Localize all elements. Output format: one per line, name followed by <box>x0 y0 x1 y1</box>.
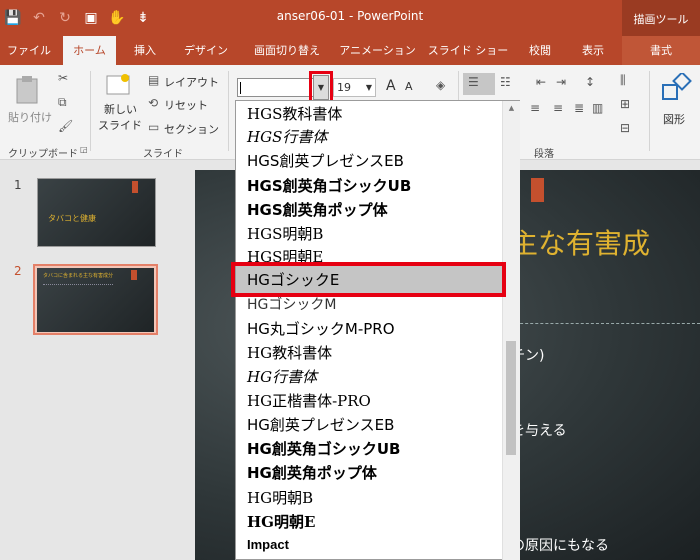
chevron-down-icon[interactable]: ▼ <box>366 79 372 96</box>
tab-design[interactable]: デザイン <box>173 36 239 65</box>
align-center-icon[interactable]: ≡ <box>530 101 540 115</box>
increase-indent-icon[interactable]: ⇥ <box>556 75 566 89</box>
new-slide-icon <box>106 74 130 95</box>
shapes-button[interactable]: 図形 <box>655 71 697 131</box>
title-bar: 💾 ↶ ↻ ▣ ✋ ⇟ anser06-01 - PowerPoint <box>0 0 700 36</box>
slide-divider <box>510 323 700 324</box>
tab-file[interactable]: ファイル <box>2 36 56 65</box>
new-slide-label-2: スライド <box>98 119 142 132</box>
font-item[interactable]: HG創英角ゴシックUB <box>247 438 400 459</box>
font-item[interactable]: HGS創英角ゴシックUB <box>247 175 411 196</box>
shapes-icon <box>662 73 692 100</box>
ribbon-tab-bar: ファイル ホーム 挿入 デザイン 画面切り替え アニメーション スライド ショー… <box>0 36 700 65</box>
group-separator <box>228 71 229 151</box>
dialog-launcher-icon[interactable]: ◲ <box>80 145 88 154</box>
font-item[interactable]: HG行書体 <box>247 366 317 387</box>
drawing-tools-context: 描画ツール 書式 <box>622 0 700 65</box>
group-separator <box>90 71 91 151</box>
font-item[interactable]: HG正楷書体-PRO <box>247 390 371 411</box>
tab-home[interactable]: ホーム <box>63 36 116 65</box>
font-item[interactable]: HGS行書体 <box>247 126 327 147</box>
reset-icon: ⟲ <box>148 96 159 110</box>
format-painter-icon[interactable]: 🖌 <box>58 119 73 133</box>
font-item[interactable]: HG創英プレゼンスEB <box>247 414 394 435</box>
font-list-scrollbar[interactable]: ▲ <box>502 101 520 560</box>
font-item[interactable]: HG明朝E <box>247 511 315 532</box>
font-item[interactable]: HG教科書体 <box>247 342 332 363</box>
font-item[interactable]: HGゴシックM <box>247 294 336 314</box>
text-direction-icon[interactable]: ⫼ <box>620 73 626 88</box>
columns-icon[interactable]: ▥ <box>592 101 603 115</box>
font-item[interactable]: Impact <box>247 537 289 552</box>
slide-accent <box>131 270 137 280</box>
font-item[interactable]: HGS明朝B <box>247 223 323 244</box>
tab-transitions[interactable]: 画面切り替え <box>245 36 329 65</box>
slide-thumbnail-title: タバコに含まれる主な有害成分 <box>43 273 114 279</box>
slide-accent <box>132 181 138 193</box>
font-size-input[interactable]: 19 ▼ <box>333 78 376 97</box>
font-item[interactable]: HGS創英プレゼンスEB <box>247 150 404 171</box>
layout-icon: ▤ <box>148 73 160 87</box>
font-item[interactable]: HG丸ゴシックM-PRO <box>247 318 395 339</box>
paste-button[interactable]: 貼り付け <box>8 71 52 127</box>
paste-label: 貼り付け <box>8 111 52 124</box>
numbering-icon[interactable]: ☷ <box>500 75 511 89</box>
align-right-icon[interactable]: ≡ <box>553 101 563 115</box>
smartart-icon[interactable]: ⊟ <box>620 121 630 135</box>
tab-format[interactable]: 書式 <box>622 36 700 65</box>
slides-group-label: スライド <box>143 149 183 160</box>
reset-button[interactable]: リセット <box>164 97 208 113</box>
group-separator <box>649 71 650 151</box>
decrease-indent-icon[interactable]: ⇤ <box>536 75 546 89</box>
slide-number: 1 <box>14 178 22 192</box>
clipboard-group-label: クリップボード <box>8 149 78 160</box>
clear-format-icon[interactable]: ◈ <box>436 78 445 92</box>
slide-number: 2 <box>14 264 22 278</box>
drawing-tools-label: 描画ツール <box>633 13 689 26</box>
window-title: anser06-01 - PowerPoint <box>276 9 424 23</box>
slide-thumbnail-body <box>43 284 113 325</box>
line-spacing-icon[interactable]: ↕ <box>585 75 595 89</box>
slide-body-line[interactable]: の原因にもなる <box>511 535 609 555</box>
font-item[interactable]: HG明朝B <box>247 487 313 508</box>
font-item[interactable]: HGS創英角ポップ体 <box>247 199 388 220</box>
scroll-up-icon[interactable]: ▲ <box>503 101 520 116</box>
align-text-icon[interactable]: ⊞ <box>620 97 630 111</box>
cut-icon[interactable]: ✂ <box>58 71 68 85</box>
paragraph-group-label: 段落 <box>534 149 554 160</box>
tab-slideshow[interactable]: スライド ショー <box>425 36 511 65</box>
font-item[interactable]: HGS教科書体 <box>247 103 342 124</box>
slide-accent <box>531 178 544 202</box>
slide-thumbnail-2[interactable]: タバコに含まれる主な有害成分 <box>37 268 154 332</box>
tab-insert[interactable]: 挿入 <box>123 36 167 65</box>
slide-thumbnail-1[interactable]: タバコと健康 <box>37 178 156 247</box>
tab-animations[interactable]: アニメーション <box>335 36 420 65</box>
selected-font-highlight <box>231 262 506 297</box>
copy-icon[interactable]: ⧉ <box>58 95 67 110</box>
increase-font-size-button[interactable]: A <box>386 78 396 94</box>
new-slide-button[interactable]: 新しい スライド <box>96 71 142 141</box>
paste-icon <box>16 76 38 104</box>
new-slide-label: 新しい <box>104 103 137 116</box>
font-item[interactable]: HG創英角ポップ体 <box>247 462 377 483</box>
bullets-icon: ☰ <box>468 75 479 89</box>
slide-thumbnail-title: タバコと健康 <box>48 214 96 223</box>
justify-icon[interactable]: ≣ <box>574 101 584 115</box>
tab-review[interactable]: 校閲 <box>517 36 563 65</box>
font-name-input[interactable] <box>237 78 317 97</box>
layout-button[interactable]: レイアウト <box>164 74 219 90</box>
section-button[interactable]: セクション <box>164 121 219 137</box>
shapes-label: 図形 <box>663 113 685 126</box>
font-size-value: 19 <box>337 81 351 94</box>
section-icon: ▭ <box>148 120 160 134</box>
scrollbar-thumb[interactable] <box>506 341 516 455</box>
decrease-font-size-button[interactable]: A <box>405 80 413 93</box>
tab-view[interactable]: 表示 <box>569 36 617 65</box>
text-caret <box>240 82 241 94</box>
